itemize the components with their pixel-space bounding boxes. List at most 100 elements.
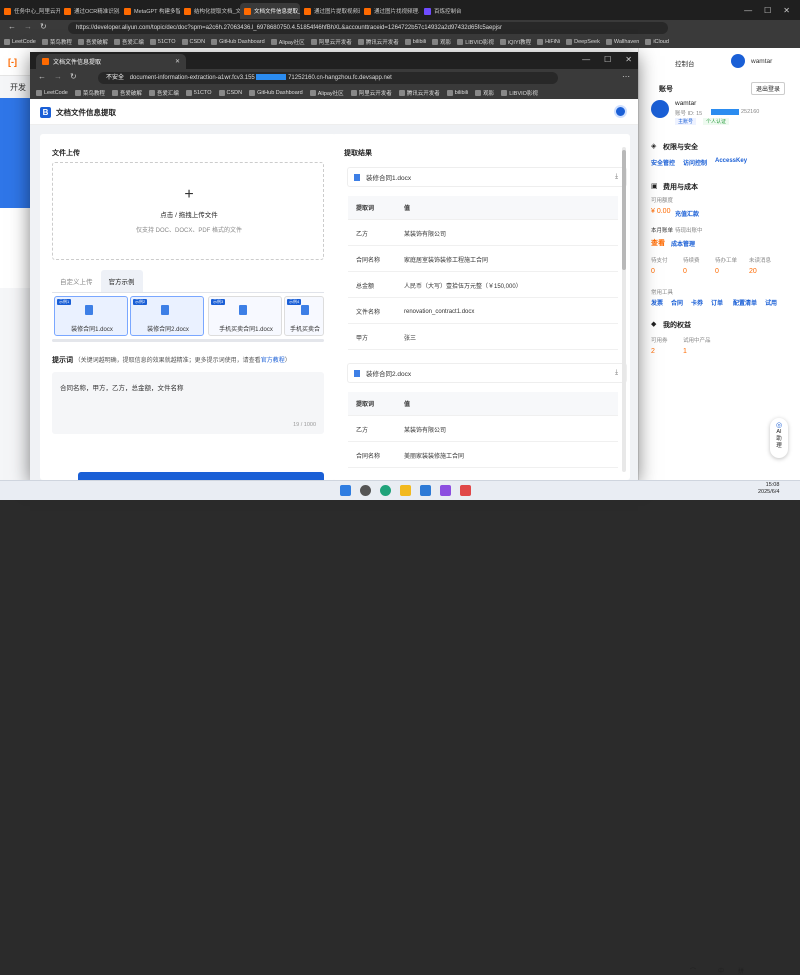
stat-value-1[interactable]: 0 (651, 268, 655, 275)
back-tab-7[interactable]: 通过图片找视频理... (360, 3, 420, 19)
back-tab-8[interactable]: 百炼控制台 (420, 3, 480, 19)
bookmark-item[interactable]: 菜鸟教程 (74, 89, 105, 97)
back-tab-6[interactable]: 通过图片提取视频理... (300, 3, 360, 19)
avatar[interactable] (731, 54, 745, 68)
ai-assistant-button[interactable]: ◎ AI 助理 (770, 418, 788, 458)
prompt-tutorial-link[interactable]: 官方教程 (261, 358, 285, 364)
samples-scrollbar[interactable] (52, 339, 324, 342)
system-clock[interactable]: 15:08 2025/6/4 (758, 482, 779, 496)
bookmark-item[interactable]: 观影 (432, 38, 451, 46)
tool-contract[interactable]: 合同 (671, 298, 683, 307)
maximize-icon[interactable]: ☐ (764, 6, 771, 15)
bookmark-item[interactable]: CSDN (218, 90, 242, 96)
tab-close-icon[interactable]: ✕ (175, 58, 180, 65)
bookmark-item[interactable]: CSDN (181, 39, 205, 45)
bookmark-item[interactable]: 腾讯云开发者 (398, 89, 440, 97)
forward-arrow-icon[interactable]: → (54, 72, 62, 81)
app-icon-1[interactable] (420, 485, 431, 496)
bookmark-item[interactable]: 腾讯云开发者 (357, 38, 399, 46)
security-link-3[interactable]: AccessKey (715, 158, 747, 164)
ime-lang[interactable]: 中 (718, 966, 724, 975)
back-arrow-icon[interactable]: ← (8, 22, 16, 31)
aliyun-nav-dev[interactable]: 开发 (10, 82, 26, 93)
window-url-field[interactable]: 不安全 document-information-extraction-a1wr… (98, 72, 558, 84)
bookmark-item[interactable]: Alipay社区 (309, 89, 344, 97)
cost-mgmt-link[interactable]: 成本管理 (671, 239, 695, 248)
bookmark-item[interactable]: iQIYI教程 (499, 38, 531, 46)
security-link-2[interactable]: 访问控制 (683, 158, 707, 167)
back-url-field[interactable]: https://developer.aliyun.com/topic/dec/d… (68, 22, 668, 34)
sample-card-1[interactable]: 示例1 装修合同1.docx (54, 296, 128, 336)
bookmark-item[interactable]: bilibili (446, 90, 468, 96)
window-active-tab[interactable]: 文档文件信息提取 ✕ (36, 54, 186, 69)
bookmark-item[interactable]: 菜鸟教程 (41, 38, 72, 46)
username-top[interactable]: wamtar (751, 58, 772, 65)
stat-value-2[interactable]: 0 (683, 268, 687, 275)
bookmark-item[interactable]: 51CTO (149, 39, 176, 45)
tab-official-samples[interactable]: 官方示例 (100, 270, 143, 292)
bookmark-item[interactable]: LIBVIO影视 (501, 89, 538, 97)
bookmark-item[interactable]: 吾爱破解 (77, 38, 108, 46)
close-icon[interactable]: ✕ (783, 6, 790, 15)
bookmark-item[interactable]: GitHub Dashboard (211, 39, 265, 45)
window-close-icon[interactable]: ✕ (625, 55, 632, 64)
aliyun-logo[interactable]: [-] (8, 57, 17, 67)
bookmark-item[interactable]: 51CTO (185, 90, 212, 96)
back-tab-1[interactable]: 任务中心_阿里云开发... (0, 3, 60, 19)
ime-mode[interactable]: 拼 (738, 966, 744, 975)
search-icon[interactable] (360, 485, 371, 496)
bookmark-item[interactable]: LIBVIO影视 (457, 38, 494, 46)
reload-icon[interactable]: ↻ (70, 72, 77, 81)
logout-button[interactable]: 退出登录 (751, 82, 786, 95)
download-icon[interactable]: ⤓ (615, 173, 618, 181)
download-icon[interactable]: ⤓ (615, 369, 618, 377)
back-tab-3[interactable]: MetaGPT 构建多智能... (120, 3, 180, 19)
bookmark-item[interactable]: Wallhaven (605, 39, 639, 45)
back-tab-5[interactable]: 文档文件信息提取_阿... (240, 3, 300, 19)
app-icon-3[interactable] (460, 485, 471, 496)
prompt-textarea[interactable]: 合同名称，甲方，乙方，总金额，文件名称 19 / 1000 (52, 372, 324, 434)
app-icon-2[interactable] (440, 485, 451, 496)
reload-icon[interactable]: ↻ (40, 22, 47, 31)
bookmark-item[interactable]: 吾爱破解 (111, 89, 142, 97)
bookmark-item[interactable]: GitHub Dashboard (249, 90, 303, 96)
window-minimize-icon[interactable]: — (582, 55, 590, 64)
upload-dropzone[interactable]: + 点击 / 拖拽上传文件 仅支持 DOC、DOCX、PDF 格式的文件 (52, 162, 324, 260)
bookmark-item[interactable]: HiFiNi (537, 39, 560, 45)
tool-order[interactable]: 订单 (711, 298, 723, 307)
sample-card-2[interactable]: 示例2 装修合同2.docx (130, 296, 204, 336)
bookmark-item[interactable]: 吾爱汇编 (113, 38, 144, 46)
bookmark-item[interactable]: 阿里云开发者 (350, 89, 392, 97)
stat-value-3[interactable]: 0 (715, 268, 719, 275)
rights-value-2[interactable]: 1 (683, 348, 687, 355)
tab-custom-upload[interactable]: 自定义上传 (52, 270, 101, 292)
file-explorer-icon[interactable] (400, 485, 411, 496)
back-tab-4[interactable]: 结构化提取文档_文... (180, 3, 240, 19)
bookmark-item[interactable]: DeepSeek (566, 39, 600, 45)
console-link[interactable]: 控制台 (675, 58, 695, 68)
recharge-link[interactable]: 充值汇款 (675, 209, 699, 218)
tool-invoice[interactable]: 发票 (651, 298, 663, 307)
bookmark-item[interactable]: 阿里云开发者 (310, 38, 352, 46)
bookmark-item[interactable]: LeetCode (4, 39, 36, 45)
tool-trial[interactable]: 试用 (765, 298, 777, 307)
back-tab-2[interactable]: 通过OCR精准识别... (60, 3, 120, 19)
tool-config[interactable]: 配置清单 (733, 298, 757, 307)
bookmark-item[interactable]: bilibili (404, 39, 426, 45)
forward-arrow-icon[interactable]: → (24, 22, 32, 31)
tool-coupon[interactable]: 卡券 (691, 298, 703, 307)
sample-card-3[interactable]: 示例3 手机买卖合同1.docx (208, 296, 282, 336)
wifi-icon[interactable]: ⌒ (690, 966, 696, 975)
edge-browser-icon[interactable] (380, 485, 391, 496)
bookmark-item[interactable]: LeetCode (36, 90, 68, 96)
submit-button[interactable] (78, 472, 324, 480)
back-arrow-icon[interactable]: ← (38, 72, 46, 81)
bill-view-link[interactable]: 查看 (651, 238, 665, 248)
app-user-avatar[interactable] (614, 105, 627, 118)
bookmark-item[interactable]: iCloud (645, 39, 669, 45)
stat-value-4[interactable]: 20 (749, 268, 757, 275)
window-maximize-icon[interactable]: ☐ (604, 55, 611, 64)
security-link-1[interactable]: 安全管控 (651, 158, 675, 167)
results-scrollbar-thumb[interactable] (622, 150, 626, 270)
bookmark-item[interactable]: 吾爱汇编 (148, 89, 179, 97)
